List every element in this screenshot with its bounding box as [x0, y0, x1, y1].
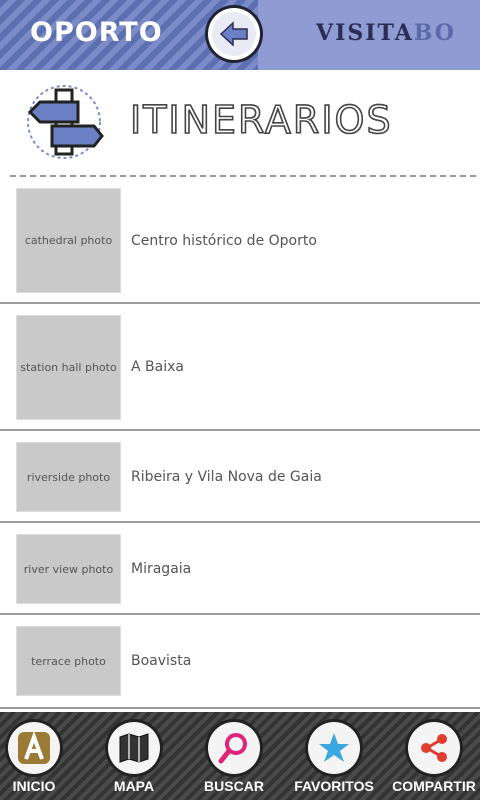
list-item-label: A Baixa — [131, 359, 184, 375]
map-icon — [108, 722, 160, 774]
nav-buscar[interactable]: BUSCAR — [186, 722, 282, 800]
section-divider — [10, 175, 476, 177]
section-header: ITINERARIOS — [0, 70, 480, 176]
list-item-label: Ribeira y Vila Nova de Gaia — [131, 469, 322, 485]
back-button[interactable] — [208, 8, 260, 60]
list-item-label: Centro histórico de Oporto — [131, 233, 317, 249]
nav-mapa[interactable]: MAPA — [86, 722, 182, 800]
nav-label: FAVORITOS — [294, 778, 374, 794]
star-icon — [308, 722, 360, 774]
share-icon — [408, 722, 460, 774]
city-title: OPORTO — [30, 17, 163, 48]
list-item-image: riverside photo — [16, 442, 121, 512]
search-icon — [208, 722, 260, 774]
list-item[interactable]: riverside photo Ribeira y Vila Nova de G… — [0, 431, 480, 523]
list-item-label: Boavista — [131, 653, 192, 669]
list-item[interactable]: cathedral photo Centro histórico de Opor… — [0, 178, 480, 304]
home-a-icon — [8, 722, 60, 774]
list-item[interactable]: river view photo Miragaia — [0, 523, 480, 615]
nav-label: BUSCAR — [204, 778, 264, 794]
bottom-nav: INICIO MAPA BUSCAR FAVORITOS COMPARTIR — [0, 712, 480, 800]
list-item-image: river view photo — [16, 534, 121, 604]
nav-favoritos[interactable]: FAVORITOS — [286, 722, 382, 800]
list-item[interactable]: station hall photo A Baixa — [0, 304, 480, 431]
nav-label: COMPARTIR — [392, 778, 476, 794]
brand-main: VISITA — [316, 20, 414, 46]
nav-label: MAPA — [113, 778, 155, 794]
list-item-image: terrace photo — [16, 626, 121, 696]
page-title: ITINERARIOS — [129, 97, 393, 143]
top-bar: OPORTO VISITABO — [0, 0, 480, 70]
nav-compartir[interactable]: COMPARTIR — [386, 722, 480, 800]
nav-label: INICIO — [12, 778, 56, 794]
brand-tail: BO — [413, 20, 456, 46]
signpost-icon — [22, 84, 106, 160]
list-item-label: Miragaia — [131, 561, 192, 577]
list-item-image: station hall photo — [16, 315, 121, 420]
list-item-image: cathedral photo — [16, 188, 121, 293]
arrow-left-icon — [212, 12, 256, 56]
brand-logo[interactable]: VISITABO — [316, 20, 456, 46]
nav-inicio[interactable]: INICIO — [0, 722, 82, 800]
list-item[interactable]: terrace photo Boavista — [0, 615, 480, 709]
